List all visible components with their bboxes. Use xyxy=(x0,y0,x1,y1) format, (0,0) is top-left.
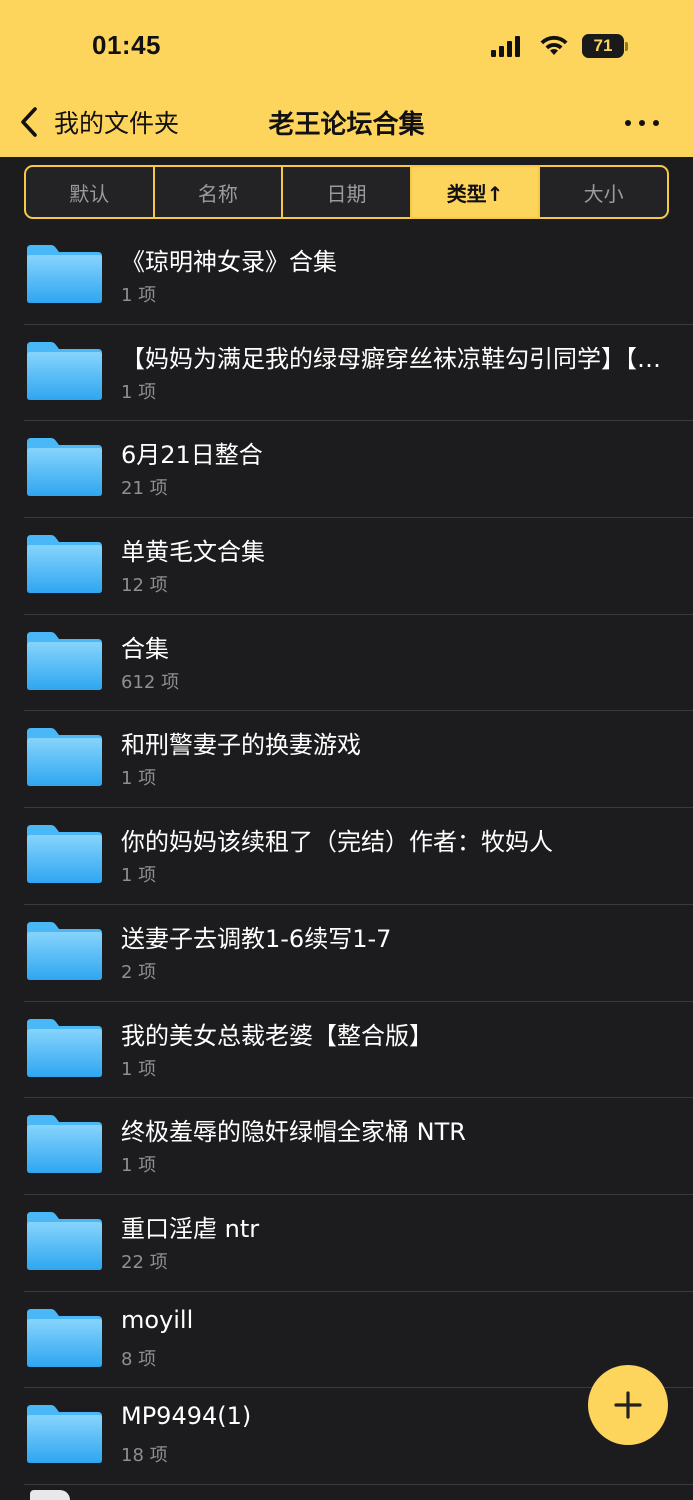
header-background: 01:45 71 我的文件夹 老王论坛合集 xyxy=(0,0,693,157)
back-button-label: 我的文件夹 xyxy=(54,109,180,138)
back-button[interactable]: 我的文件夹 xyxy=(18,102,208,142)
folder-item-count: 612 项 xyxy=(121,671,180,693)
folder-name: 6月21日整合 xyxy=(121,441,263,470)
folder-item-count: 1 项 xyxy=(121,768,157,790)
more-options-button[interactable] xyxy=(612,106,672,140)
folder-icon xyxy=(27,1405,102,1464)
sort-tab-0[interactable]: 默认 xyxy=(26,167,155,217)
folder-icon xyxy=(27,1211,102,1270)
folder-icon xyxy=(27,341,102,400)
battery-body: 71 xyxy=(582,34,624,58)
folder-icon xyxy=(27,631,102,690)
sort-tab-1[interactable]: 名称 xyxy=(155,167,284,217)
folder-icon xyxy=(27,921,102,980)
sort-tab-2[interactable]: 日期 xyxy=(283,167,412,217)
folder-row[interactable]: 我的美女总裁老婆【整合版】 1 项 xyxy=(0,1002,693,1099)
row-divider xyxy=(24,1483,693,1485)
folder-item-count: 1 项 xyxy=(121,285,157,306)
folder-name: 【妈妈为满足我的绿母癖穿丝袜凉鞋勾引同学】【… xyxy=(121,344,661,373)
battery-indicator: 71 xyxy=(582,34,628,58)
folder-name: 合集 xyxy=(121,634,169,663)
sort-tab-3[interactable]: 类型↑ xyxy=(411,167,541,217)
folder-item-count: 18 项 xyxy=(121,1445,168,1467)
folder-name: 单黄毛文合集 xyxy=(121,538,265,567)
page-title: 老王论坛合集 xyxy=(268,110,425,140)
folder-name: 终极羞辱的隐奸绿帽全家桶 NTR xyxy=(121,1118,466,1147)
folder-icon xyxy=(27,438,102,497)
folder-name: 我的美女总裁老婆【整合版】 xyxy=(121,1021,433,1050)
status-bar: 01:45 71 xyxy=(0,0,693,90)
folder-name: 你的妈妈该续租了（完结）作者：牧妈人 xyxy=(121,828,553,857)
folder-row[interactable]: 单黄毛文合集 12 项 xyxy=(0,518,693,615)
chevron-left-icon xyxy=(21,107,37,137)
folder-item-count: 1 项 xyxy=(121,1058,157,1080)
folder-name: 和刑警妻子的换妻游戏 xyxy=(121,731,361,760)
folder-item-count: 8 项 xyxy=(121,1348,157,1370)
folder-item-count: 1 项 xyxy=(121,381,157,403)
folder-name: moyill xyxy=(121,1305,194,1334)
folder-icon xyxy=(27,1018,102,1077)
folder-row[interactable]: 和刑警妻子的换妻游戏 1 项 xyxy=(0,711,693,809)
plus-icon xyxy=(614,1391,642,1419)
sort-segmented-control: 默认 名称 日期 类型↑ 大小 xyxy=(24,165,669,219)
folder-row[interactable]: 送妻子去调教1-6续写1-7 2 项 xyxy=(0,905,693,1002)
folder-item-count: 21 项 xyxy=(121,478,168,500)
add-button[interactable] xyxy=(588,1365,668,1445)
folder-item-count: 1 项 xyxy=(121,865,157,887)
folder-name: 重口淫虐 ntr xyxy=(121,1214,260,1243)
folder-row[interactable]: 《琼明神女录》合集 1 项 xyxy=(0,228,693,325)
folder-icon xyxy=(27,535,102,594)
ellipsis-icon xyxy=(625,120,631,126)
folder-icon xyxy=(27,245,102,303)
wifi-icon xyxy=(540,35,568,55)
folder-name: 《琼明神女录》合集 xyxy=(121,248,337,276)
folder-row[interactable]: 重口淫虐 ntr 22 项 xyxy=(0,1195,693,1292)
navigation-bar: 我的文件夹 老王论坛合集 xyxy=(0,90,693,157)
partially-visible-file-icon xyxy=(30,1490,70,1500)
folder-row[interactable]: 终极羞辱的隐奸绿帽全家桶 NTR 1 项 xyxy=(0,1098,693,1195)
folder-row[interactable]: 【妈妈为满足我的绿母癖穿丝袜凉鞋勾引同学】【… 1 项 xyxy=(0,325,693,422)
battery-cap xyxy=(625,42,628,51)
folder-icon xyxy=(27,825,102,884)
folder-item-count: 1 项 xyxy=(121,1155,157,1177)
folder-item-count: 22 项 xyxy=(121,1251,168,1273)
folder-item-count: 2 项 xyxy=(121,961,157,983)
folder-row[interactable]: moyill 8 项 xyxy=(0,1292,693,1389)
battery-percent: 71 xyxy=(593,36,613,55)
folder-list: 《琼明神女录》合集 1 项 【妈妈为满足我的绿母癖穿丝袜凉鞋勾引同学】【… 1 项 … xyxy=(0,228,693,1485)
folder-item-count: 12 项 xyxy=(121,575,168,597)
folder-row[interactable]: 你的妈妈该续租了（完结）作者：牧妈人 1 项 xyxy=(0,808,693,905)
folder-row[interactable]: 6月21日整合 21 项 xyxy=(0,421,693,519)
folder-name: 送妻子去调教1-6续写1-7 xyxy=(121,924,392,953)
cellular-signal-icon xyxy=(491,36,520,57)
status-time: 01:45 xyxy=(92,30,161,60)
folder-icon xyxy=(27,1308,102,1367)
folder-row[interactable]: 合集 612 项 xyxy=(0,615,693,712)
folder-icon xyxy=(27,728,102,787)
folder-icon xyxy=(27,1115,102,1174)
sort-tab-4[interactable]: 大小 xyxy=(540,167,667,217)
